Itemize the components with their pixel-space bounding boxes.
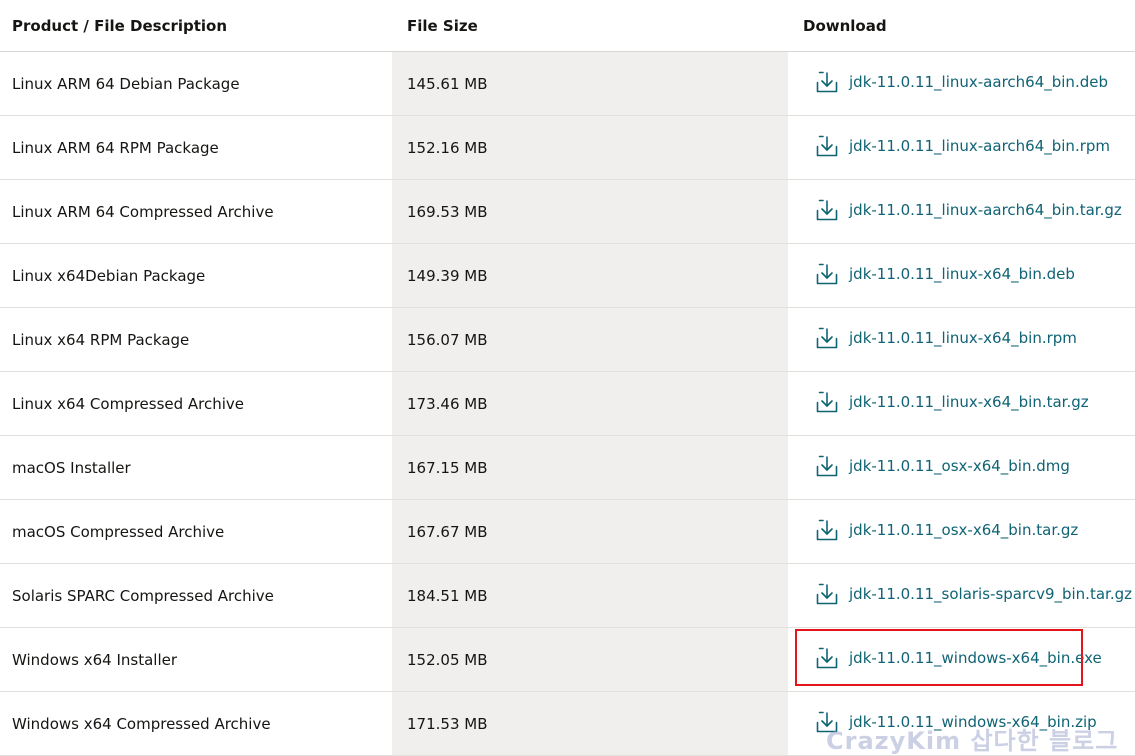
file-size: 152.16 MB xyxy=(392,115,788,180)
download-icon xyxy=(815,262,839,286)
download-filename: jdk-11.0.11_osx-x64_bin.dmg xyxy=(849,456,1070,475)
file-size: 173.46 MB xyxy=(392,371,788,436)
header-description: Product / File Description xyxy=(0,0,392,52)
download-filename: jdk-11.0.11_windows-x64_bin.zip xyxy=(849,712,1097,731)
download-cell: jdk-11.0.11_linux-x64_bin.rpm xyxy=(788,307,1135,372)
file-size: 156.07 MB xyxy=(392,307,788,372)
download-cell: jdk-11.0.11_osx-x64_bin.tar.gz xyxy=(788,499,1135,564)
download-icon xyxy=(815,454,839,478)
download-link[interactable]: jdk-11.0.11_windows-x64_bin.zip xyxy=(815,710,1097,734)
header-row: Product / File Description File Size Dow… xyxy=(0,0,1135,52)
download-cell: jdk-11.0.11_windows-x64_bin.zip xyxy=(788,691,1135,756)
download-filename: jdk-11.0.11_windows-x64_bin.exe xyxy=(849,648,1102,667)
file-description: Linux ARM 64 Compressed Archive xyxy=(0,179,392,244)
download-link[interactable]: jdk-11.0.11_linux-x64_bin.tar.gz xyxy=(815,390,1089,414)
download-cell: jdk-11.0.11_solaris-sparcv9_bin.tar.gz xyxy=(788,563,1135,628)
download-filename: jdk-11.0.11_linux-aarch64_bin.deb xyxy=(849,72,1108,91)
download-cell: jdk-11.0.11_osx-x64_bin.dmg xyxy=(788,435,1135,500)
file-description: Linux x64 RPM Package xyxy=(0,307,392,372)
download-cell: jdk-11.0.11_linux-aarch64_bin.rpm xyxy=(788,115,1135,180)
file-description: Linux ARM 64 RPM Package xyxy=(0,115,392,180)
download-icon xyxy=(815,198,839,222)
table-body: Linux ARM 64 Debian Package 145.61 MB jdk-… xyxy=(0,51,1135,756)
download-link[interactable]: jdk-11.0.11_linux-aarch64_bin.tar.gz xyxy=(815,198,1122,222)
download-link[interactable]: jdk-11.0.11_osx-x64_bin.tar.gz xyxy=(815,518,1078,542)
file-size: 167.67 MB xyxy=(392,499,788,564)
download-filename: jdk-11.0.11_linux-x64_bin.deb xyxy=(849,264,1075,283)
download-link[interactable]: jdk-11.0.11_osx-x64_bin.dmg xyxy=(815,454,1070,478)
file-description: Linux x64Debian Package xyxy=(0,243,392,308)
table-row: Linux ARM 64 RPM Package 152.16 MB jdk-11.… xyxy=(0,115,1135,180)
download-icon xyxy=(815,326,839,350)
download-icon xyxy=(815,710,839,734)
header-file-size: File Size xyxy=(392,0,788,52)
download-filename: jdk-11.0.11_linux-x64_bin.tar.gz xyxy=(849,392,1089,411)
file-size: 145.61 MB xyxy=(392,51,788,116)
download-cell: jdk-11.0.11_linux-x64_bin.tar.gz xyxy=(788,371,1135,436)
download-cell: jdk-11.0.11_linux-aarch64_bin.deb xyxy=(788,51,1135,116)
download-link[interactable]: jdk-11.0.11_linux-x64_bin.deb xyxy=(815,262,1075,286)
download-filename: jdk-11.0.11_linux-x64_bin.rpm xyxy=(849,328,1077,347)
table-row: Linux ARM 64 Compressed Archive 169.53 MB… xyxy=(0,179,1135,244)
download-icon xyxy=(815,70,839,94)
download-filename: jdk-11.0.11_solaris-sparcv9_bin.tar.gz xyxy=(849,584,1132,603)
table-row: macOS Compressed Archive 167.67 MB jdk-11.… xyxy=(0,499,1135,564)
table-header: Product / File Description File Size Dow… xyxy=(0,0,1135,52)
file-description: Linux x64 Compressed Archive xyxy=(0,371,392,436)
download-link[interactable]: jdk-11.0.11_linux-aarch64_bin.deb xyxy=(815,70,1108,94)
download-cell: jdk-11.0.11_windows-x64_bin.exe xyxy=(788,627,1135,692)
file-description: Solaris SPARC Compressed Archive xyxy=(0,563,392,628)
table-row: Linux x64 Compressed Archive 173.46 MB jdk… xyxy=(0,371,1135,436)
table-row: Linux x64 RPM Package 156.07 MB jdk-11.0.1… xyxy=(0,307,1135,372)
table-row: Linux x64Debian Package 149.39 MB jdk-11.0… xyxy=(0,243,1135,308)
download-icon xyxy=(815,390,839,414)
file-size: 149.39 MB xyxy=(392,243,788,308)
file-size: 171.53 MB xyxy=(392,691,788,756)
table-row: macOS Installer 167.15 MB jdk-11.0.11_osx-… xyxy=(0,435,1135,500)
download-icon xyxy=(815,582,839,606)
download-link[interactable]: jdk-11.0.11_linux-x64_bin.rpm xyxy=(815,326,1077,350)
table-row: Linux ARM 64 Debian Package 145.61 MB jdk-… xyxy=(0,51,1135,116)
download-link[interactable]: jdk-11.0.11_windows-x64_bin.exe xyxy=(815,646,1102,670)
header-download: Download xyxy=(788,0,1135,52)
download-link[interactable]: jdk-11.0.11_linux-aarch64_bin.rpm xyxy=(815,134,1110,158)
download-cell: jdk-11.0.11_linux-aarch64_bin.tar.gz xyxy=(788,179,1135,244)
download-icon xyxy=(815,134,839,158)
file-description: Windows x64 Installer xyxy=(0,627,392,692)
file-description: macOS Compressed Archive xyxy=(0,499,392,564)
file-description: macOS Installer xyxy=(0,435,392,500)
download-filename: jdk-11.0.11_linux-aarch64_bin.tar.gz xyxy=(849,200,1122,219)
table-row: Windows x64 Compressed Archive 171.53 MB j… xyxy=(0,691,1135,756)
file-description: Linux ARM 64 Debian Package xyxy=(0,51,392,116)
download-cell: jdk-11.0.11_linux-x64_bin.deb xyxy=(788,243,1135,308)
file-size: 184.51 MB xyxy=(392,563,788,628)
download-icon xyxy=(815,518,839,542)
file-size: 167.15 MB xyxy=(392,435,788,500)
downloads-table: Product / File Description File Size Dow… xyxy=(0,0,1135,756)
download-filename: jdk-11.0.11_osx-x64_bin.tar.gz xyxy=(849,520,1079,539)
table-row: Solaris SPARC Compressed Archive 184.51 M… xyxy=(0,563,1135,628)
file-description: Windows x64 Compressed Archive xyxy=(0,691,392,756)
download-icon xyxy=(815,646,839,670)
download-link[interactable]: jdk-11.0.11_solaris-sparcv9_bin.tar.gz xyxy=(815,582,1132,606)
table-row: Windows x64 Installer 152.05 MB jdk-11.0.1… xyxy=(0,627,1135,692)
download-filename: jdk-11.0.11_linux-aarch64_bin.rpm xyxy=(849,136,1111,155)
file-size: 169.53 MB xyxy=(392,179,788,244)
file-size: 152.05 MB xyxy=(392,627,788,692)
